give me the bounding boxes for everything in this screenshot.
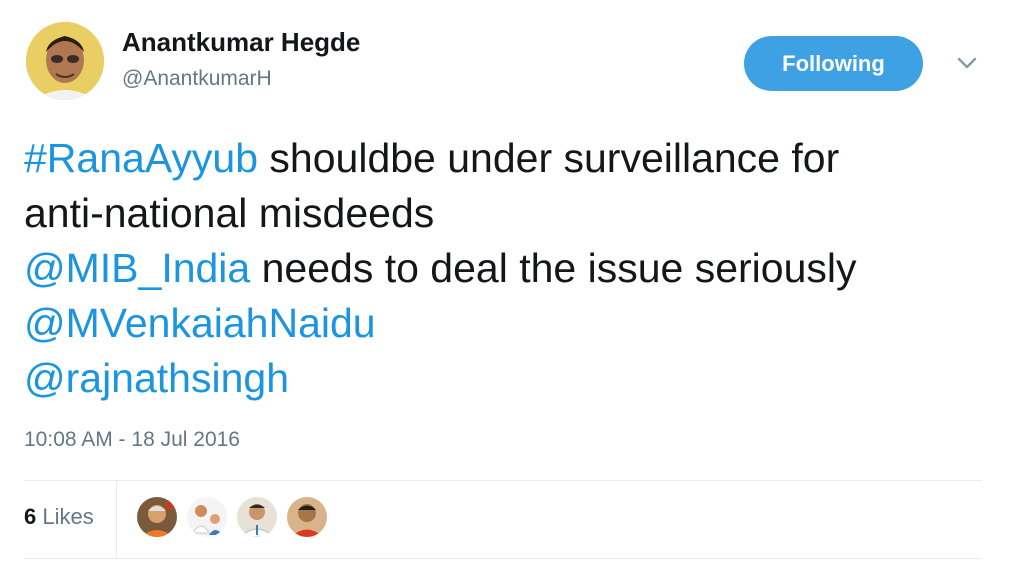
liker-avatar-2[interactable] [187,497,227,537]
tweet-line-4: @MVenkaiahNaidu [24,296,1004,351]
tweet-text-segment: anti-national misdeeds [24,190,435,236]
tweet-text-segment: shouldbe under surveillance for [258,135,840,181]
hashtag-link[interactable]: #RanaAyyub [24,135,258,181]
likes-label: Likes [36,504,94,529]
tweet-text: #RanaAyyub shouldbe under surveillance f… [24,131,1004,406]
mention-link[interactable]: @MIB_India [24,245,250,291]
following-button[interactable]: Following [744,36,923,91]
author-handle[interactable]: @AnantkumarH [122,67,272,91]
mention-link[interactable]: @MVenkaiahNaidu [24,300,376,346]
likes-stat[interactable]: 6 Likes [24,504,94,530]
stats-divider-bottom [24,558,982,559]
stats-divider-top [24,480,982,481]
tweet-timestamp[interactable]: 10:08 AM - 18 Jul 2016 [24,428,240,452]
stats-separator [116,480,117,558]
tweet-line-3: @MIB_India needs to deal the issue serio… [24,241,1004,296]
tweet-line-1: #RanaAyyub shouldbe under surveillance f… [24,131,1004,186]
liker-avatar-3[interactable] [237,497,277,537]
tweet-line-2: anti-national misdeeds [24,186,1004,241]
likers-avatars [137,497,337,539]
tweet-line-5: @rajnathsingh [24,351,1004,406]
liker-avatar-4[interactable] [287,497,327,537]
author-avatar[interactable] [26,22,104,100]
liker-avatar-1[interactable] [137,497,177,537]
likes-count: 6 [24,504,37,529]
tweet-text-segment: needs to deal the issue seriously [250,245,857,291]
chevron-down-icon[interactable] [955,53,979,73]
mention-link[interactable]: @rajnathsingh [24,355,289,401]
author-display-name[interactable]: Anantkumar Hegde [122,27,360,58]
